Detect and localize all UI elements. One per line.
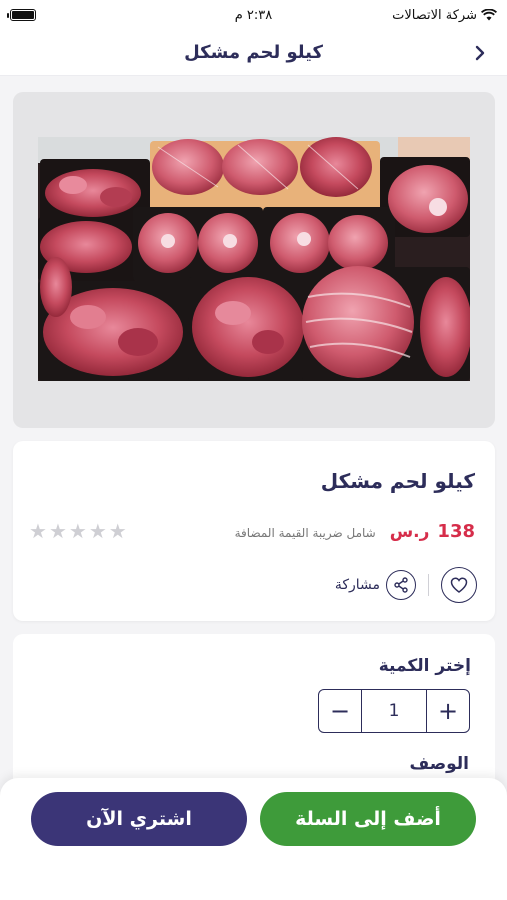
status-bar: شركة الاتصالات ٢:٣٨ م bbox=[0, 0, 507, 30]
share-label: مشاركة bbox=[334, 577, 380, 593]
share-icon-button[interactable] bbox=[386, 570, 416, 600]
share-button[interactable]: مشاركة bbox=[335, 570, 416, 600]
decrease-button[interactable]: − bbox=[319, 690, 361, 732]
rating-stars[interactable]: ★ ★ ★ ★ ★ bbox=[29, 521, 127, 541]
carrier-group: شركة الاتصالات bbox=[392, 8, 497, 23]
price-amount: 138 bbox=[437, 521, 475, 542]
price-currency: ر.س bbox=[389, 522, 430, 542]
heart-icon bbox=[450, 577, 468, 593]
product-image[interactable] bbox=[38, 137, 470, 381]
page-header: كيلو لحم مشكل bbox=[0, 30, 507, 76]
share-icon bbox=[394, 577, 408, 593]
product-actions: مشاركة bbox=[335, 567, 477, 603]
add-to-cart-button[interactable]: أضف إلى السلة bbox=[260, 792, 476, 846]
buy-now-button[interactable]: اشتري الآن bbox=[31, 792, 247, 846]
back-button[interactable] bbox=[465, 38, 495, 68]
star-icon[interactable]: ★ bbox=[49, 521, 67, 541]
page-title: كيلو لحم مشكل bbox=[184, 42, 323, 63]
product-info-card: كيلو لحم مشكل 138 ر.س شامل ضريبة القيمة … bbox=[13, 441, 495, 621]
product-image-card bbox=[13, 92, 495, 428]
status-time: ٢:٣٨ م bbox=[234, 7, 273, 23]
quantity-label: إختر الكمية bbox=[378, 656, 471, 676]
actions-divider bbox=[428, 574, 429, 596]
favorite-button[interactable] bbox=[441, 567, 477, 603]
description-label: الوصف bbox=[409, 754, 469, 774]
battery-icon bbox=[7, 9, 36, 21]
quantity-stepper: − 1 + bbox=[318, 689, 470, 733]
chevron-right-icon bbox=[475, 45, 485, 61]
wifi-icon bbox=[481, 9, 497, 21]
carrier-name: شركة الاتصالات bbox=[392, 7, 477, 23]
price-row: 138 ر.س شامل ضريبة القيمة المضافة bbox=[235, 521, 475, 542]
star-icon[interactable]: ★ bbox=[89, 521, 107, 541]
star-icon[interactable]: ★ bbox=[69, 521, 87, 541]
product-title: كيلو لحم مشكل bbox=[320, 469, 475, 493]
star-icon[interactable]: ★ bbox=[109, 521, 127, 541]
star-icon[interactable]: ★ bbox=[29, 521, 47, 541]
bottom-action-bar: أضف إلى السلة اشتري الآن bbox=[0, 778, 507, 900]
vat-note: شامل ضريبة القيمة المضافة bbox=[234, 526, 376, 540]
increase-button[interactable]: + bbox=[427, 690, 469, 732]
quantity-value[interactable]: 1 bbox=[361, 690, 427, 732]
meat-photo-illustration bbox=[38, 137, 470, 381]
